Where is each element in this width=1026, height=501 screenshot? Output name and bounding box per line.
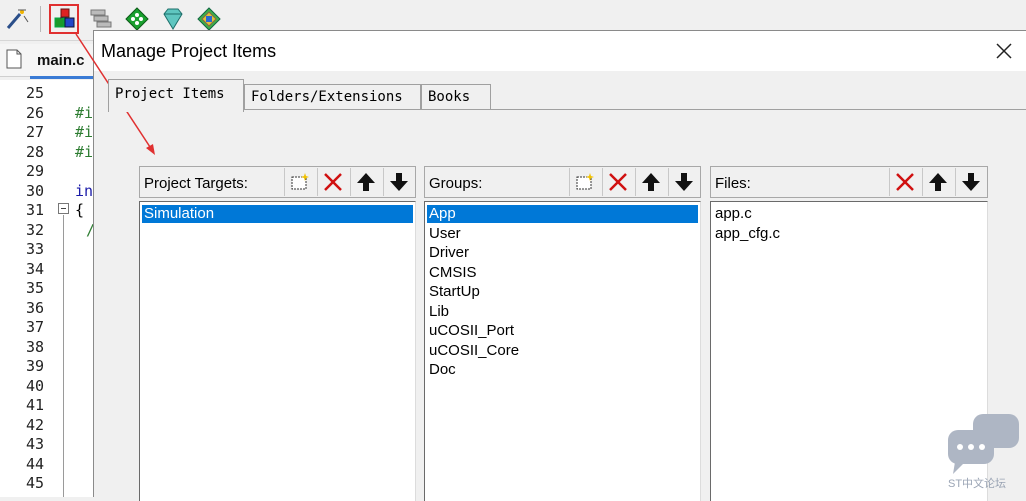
line-number: 44 (26, 454, 45, 473)
line-number: 25 (26, 84, 45, 102)
targets-label: Project Targets: (144, 175, 248, 192)
list-item[interactable]: App (427, 205, 698, 223)
move-target-down-button[interactable] (383, 168, 413, 196)
gem-icon[interactable] (160, 6, 186, 32)
targets-list[interactable]: Simulation (139, 201, 416, 501)
code-fragment: #i (75, 123, 94, 141)
list-item[interactable]: Doc (427, 361, 456, 379)
line-number: 32 (26, 220, 45, 239)
tab-books[interactable]: Books (421, 84, 491, 110)
fold-toggle[interactable] (58, 203, 69, 214)
code-fragment: #i (75, 142, 94, 161)
list-item[interactable]: CMSIS (427, 264, 477, 282)
line-number: 39 (26, 357, 45, 375)
list-item[interactable]: app_cfg.c (713, 225, 780, 243)
close-icon (996, 43, 1012, 59)
list-item[interactable]: StartUp (427, 283, 480, 301)
move-file-down-button[interactable] (955, 168, 985, 196)
list-item[interactable]: app.c (713, 205, 752, 223)
line-number: 30 (26, 181, 45, 200)
groups-list[interactable]: App User Driver CMSIS StartUp Lib uCOSII… (424, 201, 701, 501)
manage-project-items-dialog: Manage Project Items Project Items Folde… (93, 30, 1026, 501)
line-number: 38 (26, 337, 45, 356)
groups-label: Groups: (429, 175, 483, 192)
watermark-text: ST中文论坛 (948, 478, 1007, 490)
toolbar-highlight-box (49, 4, 79, 34)
files-label: Files: (715, 175, 751, 192)
code-fragment: in (75, 181, 94, 200)
new-item-icon (291, 173, 309, 190)
delete-icon (609, 173, 627, 191)
tab-panel-border (244, 109, 1026, 110)
arrow-up-icon (929, 173, 947, 191)
code-fragment: { (75, 201, 85, 219)
groups-pane: Groups: App User Driver CMSIS StartUp Li… (424, 166, 701, 501)
line-number: 29 (26, 162, 45, 180)
move-target-up-button[interactable] (350, 168, 380, 196)
tab-label: Project Items (115, 86, 225, 102)
new-group-button[interactable] (569, 168, 599, 196)
delete-icon (324, 173, 342, 191)
arrow-down-icon (390, 173, 408, 191)
targets-header: Project Targets: (139, 166, 416, 198)
files-header: Files: (710, 166, 988, 198)
line-number: 35 (26, 279, 45, 297)
line-number: 26 (26, 103, 45, 122)
pack-installer-icon[interactable] (196, 6, 222, 32)
tab-label: Folders/Extensions (251, 89, 403, 105)
delete-icon (896, 173, 914, 191)
toolbar-separator (40, 6, 41, 32)
code-fragment: #i (75, 103, 94, 122)
list-item[interactable]: Lib (427, 303, 449, 321)
delete-group-button[interactable] (602, 168, 632, 196)
line-number: 41 (26, 396, 45, 414)
list-item[interactable]: Driver (427, 244, 469, 262)
dialog-titlebar[interactable]: Manage Project Items (94, 31, 1026, 71)
arrow-up-icon (357, 173, 375, 191)
move-group-up-button[interactable] (635, 168, 665, 196)
line-number: 33 (26, 240, 45, 258)
tab-label: Books (428, 89, 471, 105)
arrow-up-icon (642, 173, 660, 191)
line-number: 45 (26, 474, 45, 492)
green-diamond-icon[interactable] (124, 6, 150, 32)
tab-folders-extensions[interactable]: Folders/Extensions (244, 84, 421, 110)
list-item[interactable]: Simulation (142, 205, 413, 223)
delete-file-button[interactable] (889, 168, 919, 196)
arrow-down-icon (675, 173, 693, 191)
line-number: 27 (26, 123, 45, 141)
list-item[interactable]: User (427, 225, 461, 243)
tab-project-items[interactable]: Project Items (108, 79, 244, 112)
delete-target-button[interactable] (317, 168, 347, 196)
line-number: 43 (26, 435, 45, 453)
editor-tab-main[interactable]: main.c (0, 44, 96, 77)
line-number: 34 (26, 259, 45, 278)
targets-pane: Project Targets: Simulation (139, 166, 416, 501)
line-number: 40 (26, 376, 45, 395)
move-group-down-button[interactable] (668, 168, 698, 196)
close-button[interactable] (992, 39, 1016, 63)
new-item-icon (576, 173, 594, 190)
line-number: 28 (26, 142, 45, 161)
line-number-gutter: 25 26 27 28 29 30 31 32 33 34 35 36 37 38 39 40 41 42 43 44… (0, 80, 56, 497)
groups-header: Groups: (424, 166, 701, 198)
dialog-title: Manage Project Items (101, 41, 277, 61)
line-number: 42 (26, 415, 45, 434)
move-file-up-button[interactable] (922, 168, 952, 196)
list-item[interactable]: uCOSII_Port (427, 322, 514, 340)
line-number: 31 (26, 201, 45, 219)
layers-icon[interactable] (88, 6, 114, 32)
editor-tab-label: main.c (37, 52, 85, 69)
arrow-down-icon (962, 173, 980, 191)
editor-tab-underline (30, 76, 96, 79)
fold-guide (63, 215, 64, 497)
line-number: 37 (26, 318, 45, 336)
file-icon (6, 49, 22, 69)
wand-icon[interactable] (4, 6, 30, 32)
list-item[interactable]: uCOSII_Core (427, 342, 519, 360)
new-target-button[interactable] (284, 168, 314, 196)
line-number: 36 (26, 298, 45, 317)
